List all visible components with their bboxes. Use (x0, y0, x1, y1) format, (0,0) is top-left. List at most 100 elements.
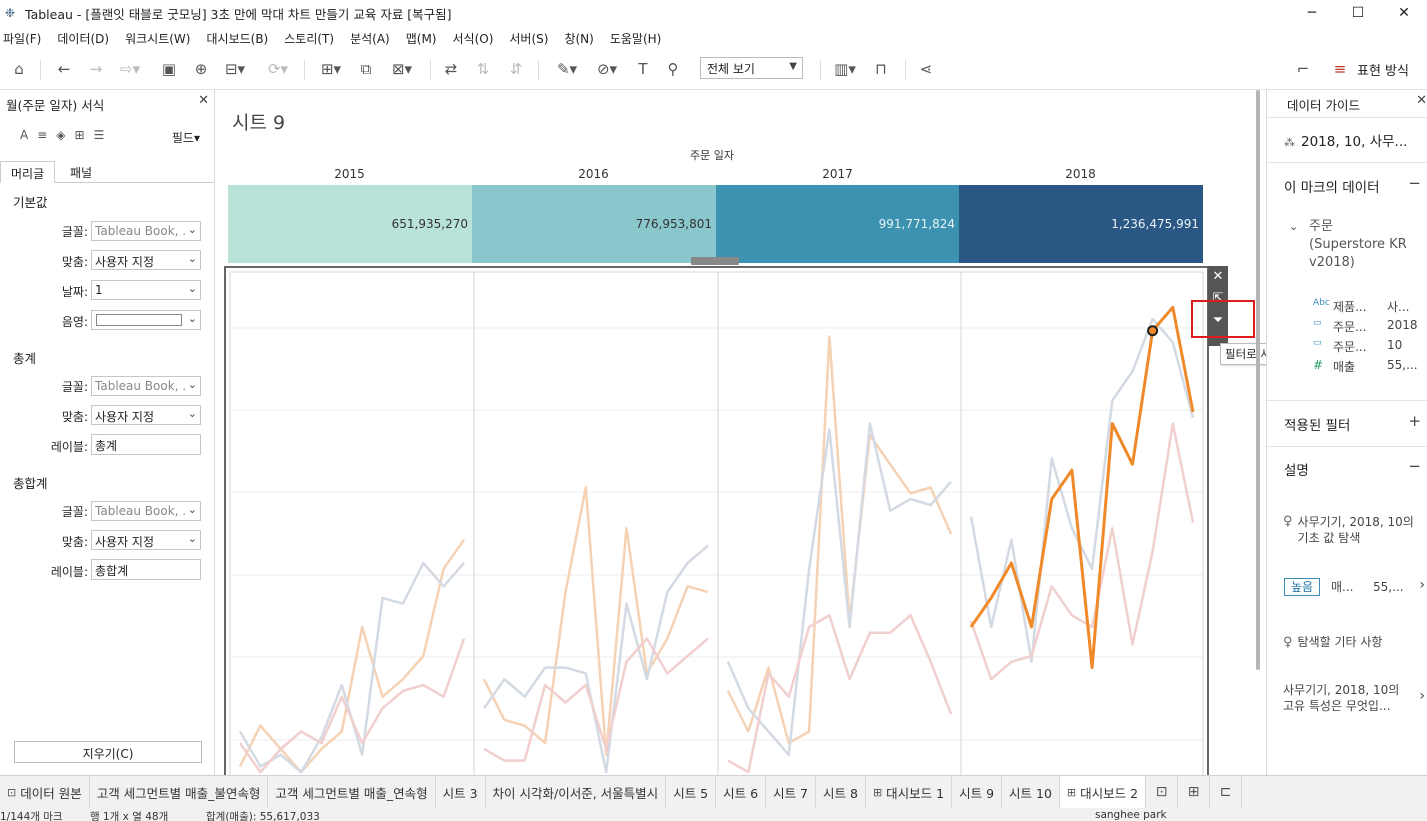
minimize-button[interactable]: ─ (1289, 0, 1335, 26)
new-story-icon[interactable]: ⊏ (1210, 776, 1243, 808)
remove-icon[interactable]: ✕ (1208, 266, 1228, 288)
alignment-select[interactable]: 사용자 지정 ⌄ (91, 405, 201, 425)
menu-data[interactable]: 데이터(D) (54, 30, 113, 47)
tab-header[interactable]: 머리글 (0, 161, 56, 183)
dashboard-tab-active[interactable]: ⊞ 대시보드 2 (1059, 776, 1147, 808)
new-dashboard-icon[interactable]: ⊞ (1178, 776, 1211, 808)
pin-icon[interactable]: ⚲ (662, 58, 684, 80)
borders-icon[interactable]: ⊞ (75, 128, 85, 142)
presentation-icon[interactable]: ⊓ (870, 58, 892, 80)
high-badge[interactable]: 높음 (1284, 578, 1321, 596)
pause-updates-icon[interactable]: ⊟▾ (220, 58, 250, 80)
tab-pane[interactable]: 패널 (60, 161, 102, 183)
sheet-tab[interactable]: 시트 8 (816, 776, 866, 808)
orders-datasource[interactable]: ⌄ 주문 (Superstore KR v2018) (1289, 218, 1407, 272)
lines-icon[interactable]: ☰ (94, 128, 105, 142)
sort-desc-icon[interactable]: ⇵ (505, 58, 527, 80)
explore-more[interactable]: ♀ 탐색할 기타 사항 (1283, 634, 1382, 651)
insight-unique[interactable]: 사무기기, 2018, 10의 고유 특성은 무엇입... (1283, 682, 1399, 714)
sheet-tab[interactable]: 고객 세그먼트별 매출_연속형 (268, 776, 436, 808)
sheet-tab[interactable]: 시트 6 (716, 776, 767, 808)
tab-data-source[interactable]: ⊡ 데이터 원본 (0, 776, 90, 808)
alignment-icon[interactable]: ≡ (37, 128, 47, 142)
close-icon[interactable]: ✕ (198, 93, 209, 108)
grand-totals-label-input[interactable]: 총합계 (91, 559, 201, 580)
refresh-icon[interactable]: ⟳▾ (258, 58, 298, 80)
field-row[interactable]: Abc 제품... 사... (1313, 298, 1427, 315)
sheet-tab[interactable]: 시트 7 (766, 776, 816, 808)
clear-sheet-icon[interactable]: ⊠▾ (385, 58, 419, 80)
sort-asc-icon[interactable]: ⇅ (472, 58, 494, 80)
duplicate-sheet-icon[interactable]: ⧉ (355, 58, 377, 80)
menu-dashboard[interactable]: 대시보드(B) (203, 30, 272, 47)
undo-icon[interactable]: ← (53, 58, 75, 80)
menu-server[interactable]: 서버(S) (506, 30, 552, 47)
collapse-icon[interactable]: − (1408, 174, 1421, 192)
highlight-icon[interactable]: ✎▾ (550, 58, 584, 80)
sheet-tab[interactable]: 고객 세그먼트별 매출_불연속형 (90, 776, 269, 808)
field-row[interactable]: ▭ 주문... 10 (1313, 338, 1427, 355)
collapse-icon[interactable]: − (1408, 457, 1421, 475)
alignment-select[interactable]: 사용자 지정 ⌄ (91, 530, 201, 550)
year-header[interactable]: 2017 (716, 167, 959, 181)
save-icon[interactable]: ▣ (158, 58, 180, 80)
redo-icon[interactable]: → (85, 58, 107, 80)
menu-story[interactable]: 스토리(T) (281, 30, 338, 47)
resize-handle[interactable] (691, 257, 739, 265)
show-me-icon[interactable]: ≡ (1330, 58, 1350, 80)
font-select[interactable]: Tableau Book, ... ⌄ (91, 376, 201, 396)
vertical-scrollbar[interactable] (1256, 90, 1260, 670)
close-window-button[interactable]: ✕ (1381, 0, 1427, 26)
alignment-select[interactable]: 사용자 지정 ⌄ (91, 250, 201, 270)
fields-dropdown[interactable]: 필드▾ (172, 129, 200, 146)
font-select[interactable]: Tableau Book, ... ⌄ (91, 221, 201, 241)
font-icon[interactable]: A (20, 128, 28, 142)
chevron-right-icon[interactable]: › (1419, 577, 1425, 593)
view-select[interactable]: 전체 보기 ▼ (700, 57, 803, 79)
close-icon[interactable]: ✕ (1416, 93, 1427, 108)
year-header[interactable]: 2016 (472, 167, 715, 181)
menu-analysis[interactable]: 분석(A) (347, 30, 394, 47)
font-select[interactable]: Tableau Book, ... ⌄ (91, 501, 201, 521)
line-chart-container[interactable] (224, 266, 1209, 778)
menu-window[interactable]: 창(N) (561, 30, 597, 47)
menu-map[interactable]: 맵(M) (403, 30, 441, 47)
add-datasource-icon[interactable]: ⊕ (190, 58, 212, 80)
date-select[interactable]: 1 ⌄ (91, 280, 201, 300)
replay-icon[interactable]: ⇨▾ (115, 58, 145, 80)
year-total-bar[interactable]: 1,236,475,991 (959, 185, 1203, 263)
labels-icon[interactable]: T (632, 58, 654, 80)
sheet-tab[interactable]: 시트 5 (666, 776, 717, 808)
status-user[interactable]: sanghee park (1095, 809, 1167, 821)
field-row[interactable]: # 매출 55,... (1313, 358, 1427, 375)
year-header[interactable]: 2015 (228, 167, 471, 181)
sheet-tab[interactable]: 시트 3 (436, 776, 486, 808)
menu-file[interactable]: 파일(F) (0, 30, 45, 47)
menu-worksheet[interactable]: 워크시트(W) (122, 30, 194, 47)
fit-icon[interactable]: ▥▾ (828, 58, 862, 80)
year-total-bar[interactable]: 776,953,801 (472, 185, 716, 263)
share-icon[interactable]: ⋖ (915, 58, 937, 80)
show-me-button[interactable]: 표현 방식 (1352, 58, 1414, 80)
shading-select[interactable]: ⌄ (91, 310, 201, 330)
sheet-tab[interactable]: 차이 시각화/이서준, 서울특별시 (486, 776, 667, 808)
insight-explore-base[interactable]: ♀ 사무기기, 2018, 10의 기초 값 탐색 (1283, 514, 1414, 546)
maximize-button[interactable]: ☐ (1335, 0, 1381, 26)
line-chart[interactable] (226, 268, 1207, 778)
dashboard-tab[interactable]: ⊞ 대시보드 1 (866, 776, 953, 808)
swap-icon[interactable]: ⇄ (440, 58, 462, 80)
shading-icon[interactable]: ◈ (56, 128, 65, 142)
new-worksheet-icon[interactable]: ⊡ (1146, 776, 1179, 808)
menu-format[interactable]: 서식(O) (450, 30, 498, 47)
chevron-right-icon[interactable]: › (1419, 688, 1425, 704)
home-icon[interactable]: ⌂ (8, 58, 30, 80)
year-total-bar[interactable]: 991,771,824 (716, 185, 959, 263)
totals-label-input[interactable]: 총계 (91, 434, 201, 455)
paint-icon[interactable]: ⌐ (1292, 58, 1314, 80)
field-row[interactable]: ▭ 주문... 2018 (1313, 318, 1427, 335)
clear-button[interactable]: 지우기(C) (14, 741, 202, 763)
sheet-tab[interactable]: 시트 9 (952, 776, 1003, 808)
new-sheet-icon[interactable]: ⊞▾ (314, 58, 348, 80)
add-icon[interactable]: + (1408, 412, 1421, 430)
group-icon[interactable]: ⊘▾ (590, 58, 624, 80)
